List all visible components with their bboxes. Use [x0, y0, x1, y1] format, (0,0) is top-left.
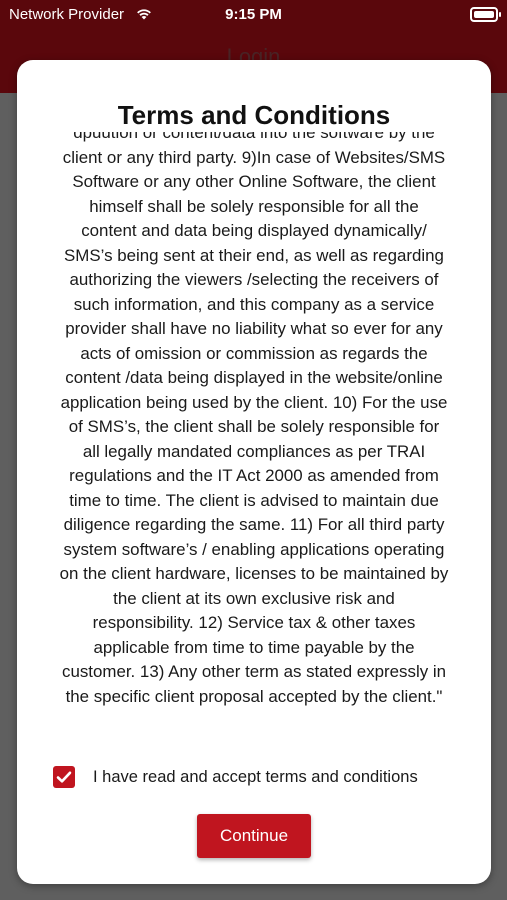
terms-scroll-area[interactable]: dpuution or content/data into the softwa… — [31, 132, 477, 784]
terms-line: time to time. The client is advised to m… — [69, 490, 439, 510]
terms-line: SMS’s being sent at their end, as well a… — [64, 245, 444, 265]
terms-line: content /data being displayed in the web… — [65, 368, 443, 387]
terms-dialog: Terms and Conditions dpuution or content… — [17, 60, 491, 884]
checkmark-icon — [56, 771, 72, 783]
terms-line: regulations and the IT Act 2000 as amend… — [69, 466, 439, 485]
terms-line: himself shall be solely responsible for … — [89, 196, 419, 216]
terms-line: the specific client proposal accepted by… — [65, 686, 443, 706]
terms-line: application being used by the client. 10… — [60, 392, 448, 412]
accept-terms-label: I have read and accept terms and conditi… — [93, 768, 418, 786]
terms-line: diligence regarding the same. 11) For al… — [63, 515, 445, 534]
status-bar: Network Provider 9:15 PM — [0, 0, 507, 30]
accept-terms-row[interactable]: I have read and accept terms and conditi… — [53, 766, 473, 790]
continue-button[interactable]: Continue — [197, 814, 311, 858]
accept-checkbox[interactable] — [53, 766, 75, 788]
terms-line: all legally mandated compliances as per … — [82, 441, 426, 461]
terms-line: responsibility. 12) Service tax & other … — [92, 613, 416, 632]
battery-icon — [470, 7, 501, 22]
terms-body-text: dpuution or content/data into the softwa… — [31, 132, 477, 709]
terms-line: on the client hardware, licenses to be m… — [59, 564, 449, 583]
terms-line: system software’s / enabling application… — [63, 539, 445, 559]
terms-line: of SMS’s, the client shall be solely res… — [68, 417, 440, 436]
terms-line: customer. 13) Any other term as stated e… — [62, 662, 446, 681]
terms-line: provider shall have no liability what so… — [65, 319, 443, 338]
terms-line: the client at its own exclusive risk and — [113, 588, 395, 608]
terms-line: such information, and this company as a … — [73, 294, 435, 314]
terms-line: client or any third party. 9)In case of … — [62, 147, 446, 167]
terms-line: authorizing the viewers /selecting the r… — [69, 270, 439, 289]
terms-line: applicable from time to time payable by … — [93, 637, 415, 657]
terms-line: acts of omission or commission as regard… — [80, 343, 428, 363]
dialog-title: Terms and Conditions — [117, 100, 391, 130]
terms-line: content and data being displayed dynamic… — [81, 221, 427, 240]
status-time: 9:15 PM — [225, 6, 282, 23]
terms-line: dpuution or content/data into the softwa… — [73, 132, 435, 142]
terms-line: Software or any other Online Software, t… — [72, 172, 436, 191]
